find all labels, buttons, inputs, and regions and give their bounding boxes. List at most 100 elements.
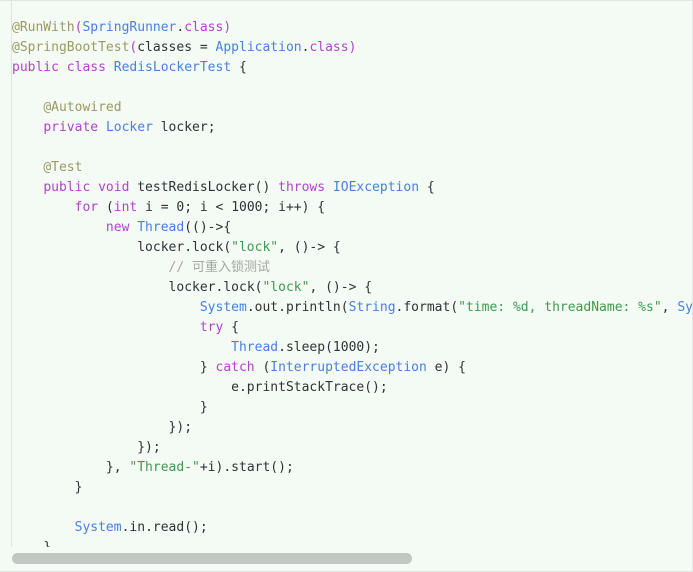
- code-line: @Test: [12, 158, 692, 178]
- code-token: Locker: [105, 120, 153, 135]
- code-content[interactable]: @RunWith(SpringRunner.class) @SpringBootT…: [12, 18, 692, 549]
- code-token: i =: [137, 200, 177, 215]
- code-token: @SpringBootTest: [12, 40, 130, 55]
- code-token: public class: [12, 60, 114, 75]
- code-token: });: [168, 420, 193, 435]
- code-token: ,: [661, 300, 678, 315]
- code-token: class: [184, 20, 224, 35]
- code-token: ; i++) {: [262, 200, 326, 215]
- horizontal-scrollbar-thumb[interactable]: [12, 553, 412, 564]
- code-line: e.printStackTrace();: [12, 378, 692, 398]
- code-token: });: [137, 440, 161, 455]
- code-token: @Autowired: [43, 100, 122, 115]
- code-line: new Thread(()->{: [12, 218, 692, 238]
- code-token: }: [199, 360, 216, 375]
- code-token: classes =: [137, 40, 216, 55]
- code-token: "time: %d, threadName: %s": [458, 300, 662, 315]
- code-token: , ()-> {: [309, 280, 373, 295]
- code-line: Thread.sleep(1000);: [12, 338, 692, 358]
- code-line: for (int i = 0; i < 1000; i++) {: [12, 198, 692, 218]
- code-token: String: [348, 300, 396, 315]
- code-token: testRedisLocker: [137, 180, 255, 195]
- code-line: @RunWith(SpringRunner.class): [12, 18, 692, 38]
- code-token: public void: [43, 180, 138, 195]
- code-line: try {: [12, 318, 692, 338]
- code-token: System: [199, 300, 247, 315]
- code-line: public class RedisLockerTest {: [12, 58, 692, 78]
- code-token: locker;: [152, 120, 216, 135]
- code-token: // 可重入锁测试: [168, 260, 271, 275]
- code-line: private Locker locker;: [12, 118, 692, 138]
- code-token: InterruptedException: [270, 360, 427, 375]
- code-token: System: [74, 520, 122, 535]
- code-token: {: [231, 320, 239, 335]
- code-line: }, "Thread-"+i).start();: [12, 458, 692, 478]
- code-token: {: [419, 180, 435, 195]
- horizontal-scrollbar-track[interactable]: [0, 547, 692, 571]
- code-line: @Autowired: [12, 98, 692, 118]
- code-line: System.in.read();: [12, 518, 692, 538]
- code-token: private: [43, 120, 106, 135]
- code-token: e) {: [426, 360, 466, 375]
- code-token: Sy: [677, 300, 692, 315]
- code-token: int: [113, 200, 138, 215]
- code-line: locker.lock("lock", ()-> {: [12, 238, 692, 258]
- code-token: (()->{: [184, 220, 232, 235]
- code-line: @SpringBootTest(classes = Application.cl…: [12, 38, 692, 58]
- code-token: 1000: [332, 340, 365, 355]
- code-token: "lock": [231, 240, 279, 255]
- code-token: {: [231, 60, 247, 75]
- code-snippet-block: @RunWith(SpringRunner.class) @SpringBootT…: [0, 0, 693, 572]
- code-token: ): [348, 40, 357, 55]
- code-token: },: [105, 460, 130, 475]
- code-token: new: [105, 220, 138, 235]
- code-token: RedisLockerTest: [113, 60, 232, 75]
- code-line: }: [12, 398, 692, 418]
- code-token: e.printStackTrace();: [231, 380, 388, 395]
- code-token: Thread: [231, 340, 279, 355]
- code-token: .sleep(: [278, 340, 333, 355]
- code-token: locker.lock(: [137, 240, 232, 255]
- code-line: } catch (InterruptedException e) {: [12, 358, 692, 378]
- code-token: }: [199, 400, 208, 415]
- code-token: }: [74, 480, 83, 495]
- code-token: ; i <: [184, 200, 232, 215]
- code-token: catch: [215, 360, 263, 375]
- code-token: (): [254, 180, 279, 195]
- code-line: public void testRedisLocker() throws IOE…: [12, 178, 692, 198]
- code-token: locker.lock(: [168, 280, 263, 295]
- code-token: .format(: [395, 300, 459, 315]
- code-line: }: [12, 478, 692, 498]
- code-token: throws: [278, 180, 333, 195]
- code-token: Thread: [137, 220, 185, 235]
- code-token: .in.read();: [121, 520, 208, 535]
- code-token: try: [199, 320, 232, 335]
- code-token: "Thread-": [129, 460, 200, 475]
- code-viewport[interactable]: @RunWith(SpringRunner.class) @SpringBootT…: [0, 1, 692, 549]
- code-token: Application: [215, 40, 302, 55]
- code-token: for: [74, 200, 106, 215]
- code-token: SpringRunner: [82, 20, 177, 35]
- code-line: locker.lock("lock", ()-> {: [12, 278, 692, 298]
